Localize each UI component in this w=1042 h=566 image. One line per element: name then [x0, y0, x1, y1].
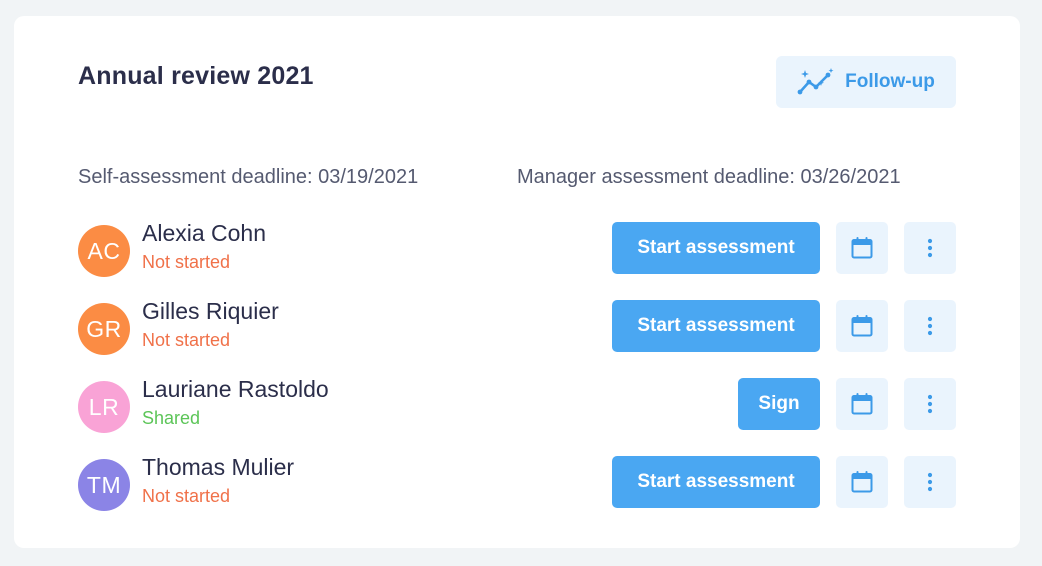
- person-name: Alexia Cohn: [142, 220, 267, 246]
- self-assessment-deadline: Self-assessment deadline: 03/19/2021: [78, 166, 419, 188]
- more-vertical-icon: [927, 472, 933, 492]
- start-assessment-button[interactable]: Start assessment: [612, 456, 820, 508]
- calendar-button[interactable]: [836, 378, 888, 430]
- follow-up-button[interactable]: Follow-up: [776, 56, 956, 108]
- calendar-icon: [851, 315, 873, 337]
- more-vertical-icon: [927, 394, 933, 414]
- avatar: TM: [78, 459, 130, 511]
- person-name: Gilles Riquier: [142, 298, 279, 324]
- calendar-icon: [851, 393, 873, 415]
- start-assessment-button[interactable]: Start assessment: [612, 222, 820, 274]
- more-vertical-icon: [927, 316, 933, 336]
- status-label: Not started: [142, 330, 231, 350]
- person-name: Lauriane Rastoldo: [142, 376, 329, 402]
- person-row-gilles-riquier: GR Gilles Riquier Not started Start asse…: [78, 298, 956, 356]
- more-options-button[interactable]: [904, 456, 956, 508]
- more-vertical-icon: [927, 238, 933, 258]
- more-options-button[interactable]: [904, 222, 956, 274]
- more-options-button[interactable]: [904, 300, 956, 352]
- calendar-button[interactable]: [836, 222, 888, 274]
- sign-button[interactable]: Sign: [738, 378, 820, 430]
- follow-up-label: Follow-up: [845, 71, 935, 92]
- page-title: Annual review 2021: [78, 62, 314, 90]
- avatar: LR: [78, 381, 130, 433]
- calendar-icon: [851, 237, 873, 259]
- start-assessment-button[interactable]: Start assessment: [612, 300, 820, 352]
- sparkle-trend-icon: [797, 68, 834, 95]
- avatar: AC: [78, 225, 130, 277]
- person-name: Thomas Mulier: [142, 454, 295, 480]
- status-label: Shared: [142, 408, 201, 428]
- person-row-alexia-cohn: AC Alexia Cohn Not started Start assessm…: [78, 220, 956, 278]
- person-row-lauriane-rastoldo: LR Lauriane Rastoldo Shared Sign: [78, 376, 956, 434]
- status-label: Not started: [142, 486, 231, 506]
- calendar-icon: [851, 471, 873, 493]
- more-options-button[interactable]: [904, 378, 956, 430]
- calendar-button[interactable]: [836, 300, 888, 352]
- calendar-button[interactable]: [836, 456, 888, 508]
- person-row-thomas-mulier: TM Thomas Mulier Not started Start asses…: [78, 454, 956, 512]
- review-card: Annual review 2021 Follow-up Self-assess…: [14, 16, 1020, 548]
- status-label: Not started: [142, 252, 231, 272]
- avatar: GR: [78, 303, 130, 355]
- manager-assessment-deadline: Manager assessment deadline: 03/26/2021: [517, 166, 901, 188]
